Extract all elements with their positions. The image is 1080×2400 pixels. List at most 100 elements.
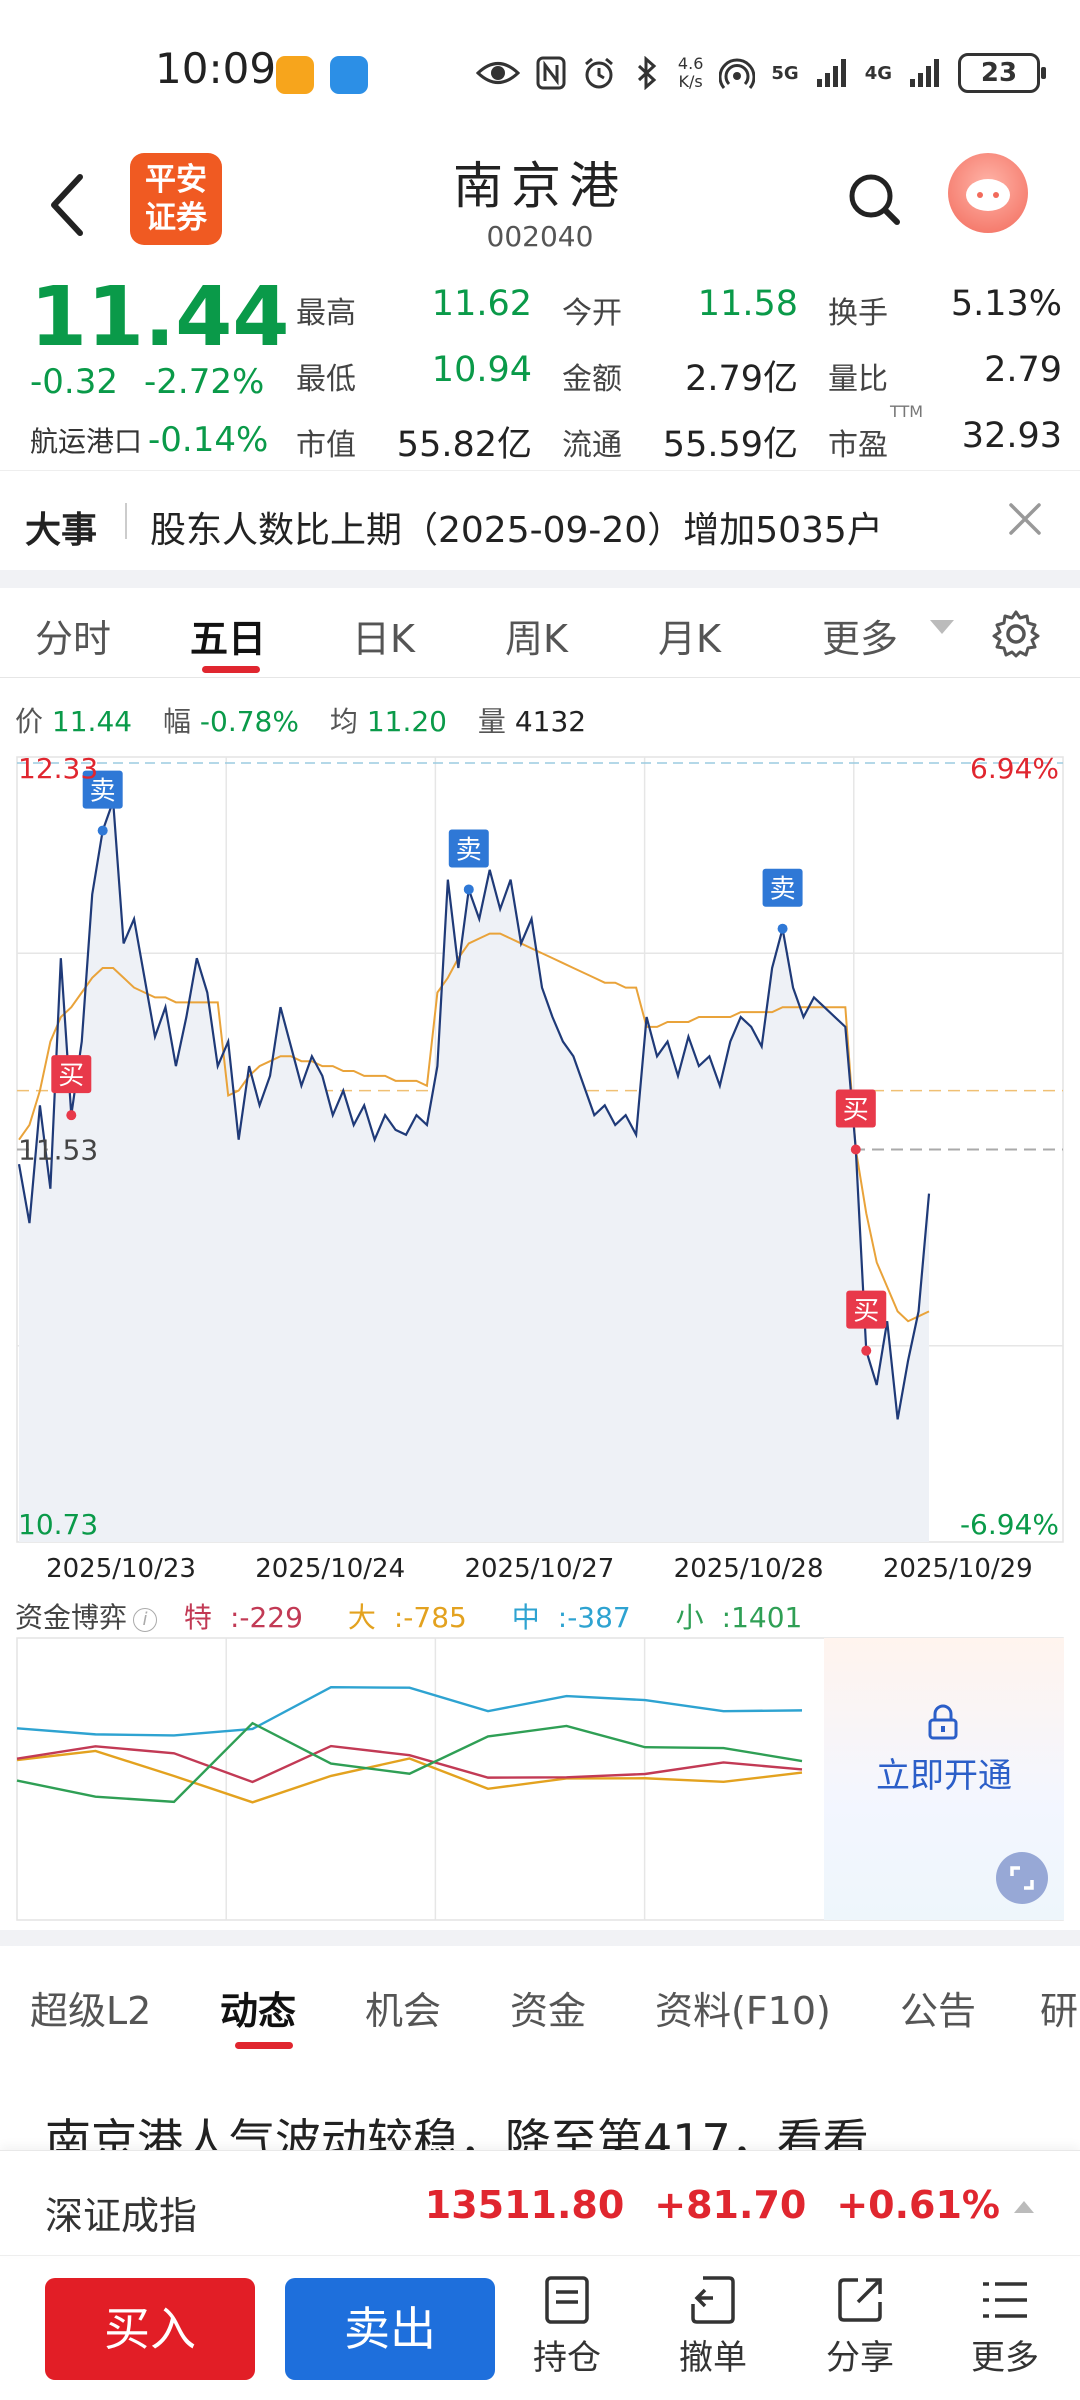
float-value: 55.59亿: [662, 425, 798, 465]
notification-app-icon-2: [330, 56, 368, 94]
turnover-label: 换手: [828, 296, 888, 331]
mktcap-label: 市值: [296, 428, 356, 463]
marker-label: 买: [843, 1096, 869, 1126]
battery-icon: 23: [958, 53, 1046, 93]
tab-daily-k[interactable]: 日K: [352, 608, 415, 663]
marker-label: 卖: [770, 875, 796, 905]
event-tag: 大事: [25, 510, 98, 551]
share-button[interactable]: 分享: [805, 2274, 915, 2379]
five-day-price-chart[interactable]: 卖买卖卖买买 12.3311.5310.736.94%-6.94%2025/10…: [0, 745, 1080, 1590]
high-value: 11.62: [431, 284, 532, 324]
close-icon[interactable]: [1005, 499, 1045, 539]
date-label: 2025/10/29: [883, 1554, 1033, 1584]
position-button[interactable]: 持仓: [512, 2274, 622, 2379]
search-icon[interactable]: [845, 170, 905, 230]
sector-change[interactable]: 航运港口 -0.14%: [30, 420, 268, 460]
section-gap: [0, 570, 1080, 588]
document-icon: [545, 2276, 589, 2324]
info-range: -0.78%: [199, 705, 299, 738]
date-label: 2025/10/28: [674, 1554, 824, 1584]
sell-button[interactable]: 卖出: [285, 2278, 495, 2380]
alarm-icon: [584, 57, 613, 89]
float-label: 流通: [562, 428, 622, 463]
open-label: 今开: [562, 296, 622, 331]
buy-button[interactable]: 买入: [45, 2278, 255, 2380]
signal-icon-1: [816, 59, 846, 87]
undo-icon: [691, 2276, 735, 2324]
content-tabs: 超级L2 动态 机会 资金 资料(F10) 公告 研: [0, 1946, 1080, 2056]
chevron-down-icon: [930, 620, 954, 634]
tab-weekly-k[interactable]: 周K: [505, 608, 568, 663]
bluetooth-icon: [637, 56, 657, 90]
share-icon: [838, 2278, 882, 2322]
date-label: 2025/10/24: [255, 1554, 405, 1584]
pe-ttm-tag: TTM: [890, 402, 924, 421]
tab-funds[interactable]: 资金: [510, 1980, 586, 2035]
unlock-now-button[interactable]: 立即开通: [824, 1748, 1064, 1797]
stock-name: 南京港: [453, 157, 627, 215]
gear-icon[interactable]: [990, 608, 1042, 660]
eye-icon: [475, 62, 520, 84]
menu-icon: [983, 2282, 1027, 2318]
tab-announcements[interactable]: 公告: [900, 1980, 976, 2035]
open-value: 11.58: [697, 284, 798, 324]
cancel-order-button[interactable]: 撤单: [658, 2274, 768, 2379]
info-avg: 11.20: [366, 705, 447, 738]
status-icons: 4.6 K/s 5G 4G 23: [475, 50, 1046, 96]
index-values: 13511.80 +81.70 +0.61%: [395, 2183, 1030, 2227]
tab-f10[interactable]: 资料(F10): [655, 1980, 831, 2035]
tab-more[interactable]: 更多: [822, 608, 898, 663]
price-change: -0.32 -2.72%: [30, 362, 265, 402]
trade-marker-dot: [861, 1345, 872, 1356]
tab-news[interactable]: 动态: [220, 1980, 296, 2035]
event-divider: [125, 503, 127, 539]
vol-ratio-label: 量比: [828, 362, 888, 397]
tab-research[interactable]: 研: [1040, 1980, 1078, 2035]
current-price: 11.44: [30, 270, 290, 365]
chat-bubble-icon: [966, 179, 1010, 211]
mktcap-value: 55.82亿: [396, 425, 532, 465]
tab-opportunity[interactable]: 机会: [365, 1980, 441, 2035]
index-change-pct: +0.61%: [836, 2183, 1000, 2227]
info-price: 11.44: [51, 705, 133, 738]
y-label-top: 12.33: [18, 752, 98, 785]
high-label: 最高: [296, 296, 356, 331]
event-banner[interactable]: 大事 股东人数比上期（2025-09-20）增加5035户: [0, 470, 1080, 570]
tab-intraday[interactable]: 分时: [35, 608, 111, 663]
pct-label-bottom: -6.94%: [960, 1508, 1059, 1541]
event-text: 股东人数比上期（2025-09-20）增加5035户: [150, 510, 883, 551]
date-label: 2025/10/27: [464, 1554, 614, 1584]
info-icon[interactable]: i: [133, 1608, 158, 1632]
lock-icon: [928, 1704, 958, 1740]
index-change: +81.70: [654, 2183, 807, 2227]
index-ticker[interactable]: 深证成指 13511.80 +81.70 +0.61%: [0, 2150, 1080, 2255]
status-time: 10:09: [155, 44, 277, 93]
net-speed: 4.6 K/s: [677, 54, 704, 91]
turnover-value: 5.13%: [950, 284, 1062, 324]
more-button[interactable]: 更多: [950, 2274, 1060, 2379]
unlock-overlay[interactable]: 立即开通: [824, 1638, 1064, 1920]
tab-monthly-k[interactable]: 月K: [658, 608, 721, 663]
battery-level: 23: [980, 58, 1018, 88]
tab-five-day[interactable]: 五日: [190, 608, 266, 663]
tab-super-l2[interactable]: 超级L2: [30, 1980, 151, 2035]
sim2-label: 4G: [864, 62, 892, 84]
amount-value: 2.79亿: [685, 359, 798, 399]
trade-marker-dot: [850, 1144, 861, 1155]
notification-app-icon: [276, 56, 314, 94]
marker-label: 买: [853, 1297, 879, 1327]
low-value: 10.94: [431, 350, 532, 390]
index-name: 深证成指: [45, 2194, 198, 2238]
index-value: 13511.80: [424, 2183, 625, 2227]
expand-icon[interactable]: [996, 1852, 1048, 1904]
pe-value: 32.93: [961, 416, 1062, 456]
assistant-avatar[interactable]: [948, 153, 1028, 233]
trade-marker-dot: [66, 1110, 77, 1121]
trade-marker-dot: [777, 923, 788, 934]
chart-info-line: 价 11.44 幅 -0.78% 均 11.20 量 4132: [15, 705, 587, 738]
sim1-label: 5G: [771, 62, 799, 84]
chevron-up-icon[interactable]: [1014, 2201, 1034, 2213]
period-tabs: 分时 五日 日K 周K 月K 更多: [0, 588, 1080, 678]
y-label-bottom: 10.73: [18, 1508, 98, 1541]
content-tab-active-indicator: [235, 2042, 293, 2049]
